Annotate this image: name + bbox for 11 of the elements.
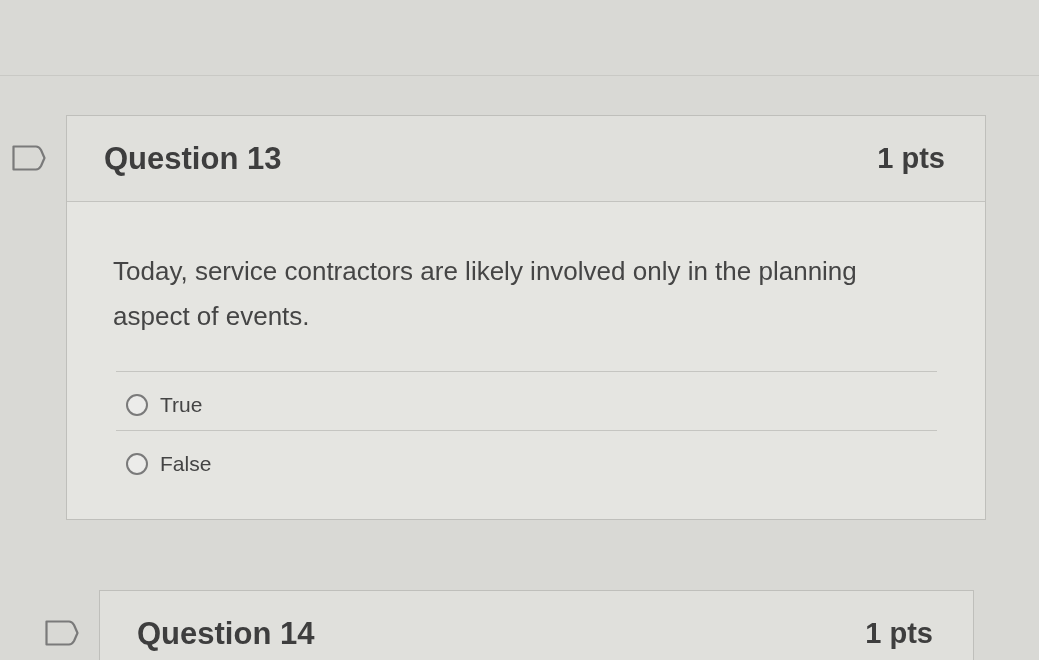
radio-button[interactable] (126, 394, 148, 416)
tag-icon[interactable] (45, 620, 79, 646)
radio-button[interactable] (126, 453, 148, 475)
question-title: Question 13 (104, 140, 282, 177)
question-points: 1 pts (865, 617, 933, 650)
tag-icon[interactable] (12, 145, 46, 171)
question-points: 1 pts (877, 142, 945, 175)
question-title: Question 14 (137, 615, 315, 652)
question-text: Today, service contractors are likely involved only in the planning aspect of events. (113, 255, 858, 333)
answer-label: True (160, 393, 203, 417)
answer-label: False (160, 452, 212, 476)
